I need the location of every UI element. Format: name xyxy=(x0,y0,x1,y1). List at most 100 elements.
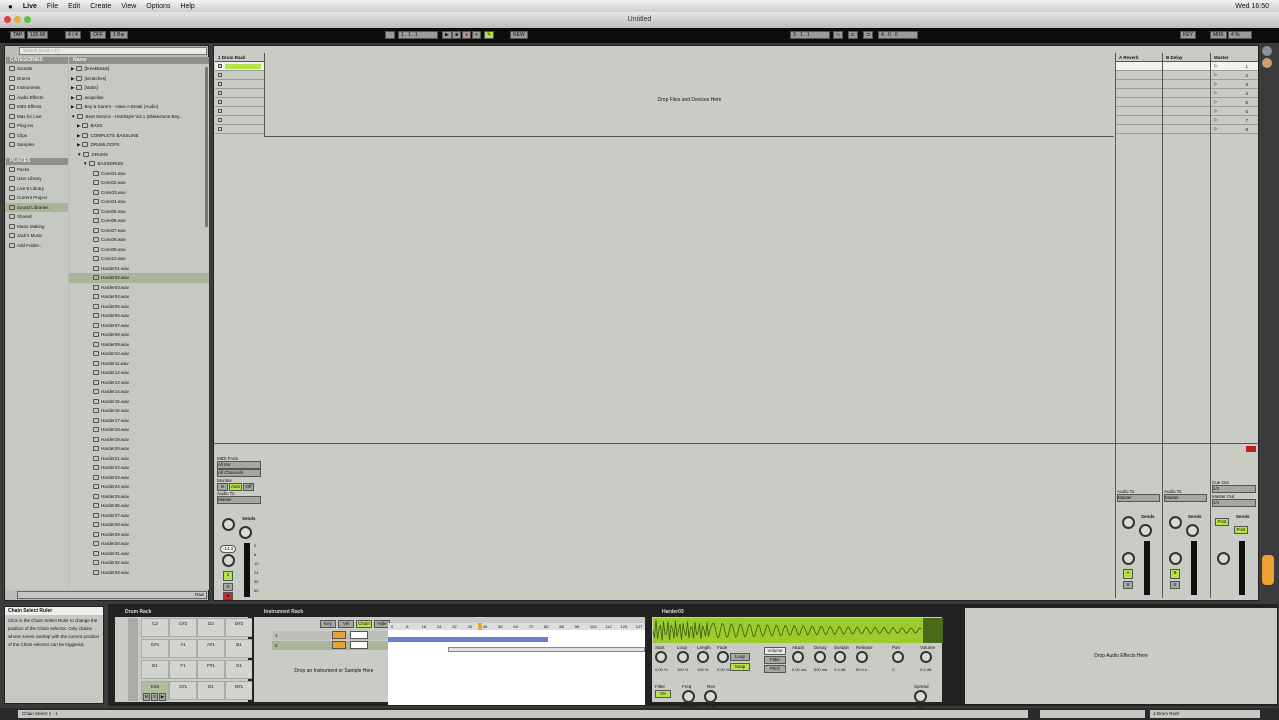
menu-help[interactable]: Help xyxy=(180,3,194,10)
pad-overview[interactable] xyxy=(128,618,138,701)
attack-knob[interactable] xyxy=(792,651,804,663)
solo-button[interactable]: S xyxy=(1170,581,1180,589)
disclosure-open-icon[interactable]: ▼ xyxy=(77,150,81,160)
clip-slot[interactable] xyxy=(1116,80,1162,89)
drum-pad[interactable]: F1 xyxy=(169,660,197,679)
track-title[interactable]: B Delay xyxy=(1163,53,1210,62)
return-b-activator[interactable]: B xyxy=(1170,569,1180,579)
send-b-knob[interactable] xyxy=(1186,524,1199,537)
loop-icon[interactable]: ∿ xyxy=(833,31,844,39)
disclosure-closed-icon[interactable]: ▶ xyxy=(71,102,74,112)
raw-button[interactable]: Raw xyxy=(195,592,204,597)
tab-pitch[interactable]: Pitch xyxy=(764,665,786,673)
file-item[interactable]: Harder11.wav xyxy=(69,359,209,369)
drum-pad[interactable]: E1 xyxy=(141,660,169,679)
category-item[interactable]: Sounds xyxy=(6,64,68,74)
pad-control-button[interactable]: S xyxy=(151,693,158,701)
pan-knob[interactable] xyxy=(1169,552,1182,565)
clip-slot[interactable] xyxy=(215,98,264,107)
metronome-button[interactable]: OFF xyxy=(90,31,106,39)
category-item[interactable]: Samples xyxy=(6,140,68,150)
menu-live[interactable]: Live xyxy=(23,3,37,10)
clip-slot[interactable] xyxy=(1163,71,1210,80)
audio-to-select[interactable]: Master xyxy=(1164,494,1207,502)
pad-control-button[interactable]: ▶ xyxy=(159,693,166,701)
clip-slot[interactable] xyxy=(215,80,264,89)
minimize-icon[interactable] xyxy=(14,16,21,23)
play-icon[interactable]: ▷ xyxy=(1214,108,1217,114)
device-title[interactable]: Instrument Rack xyxy=(264,608,303,617)
midi-channel-select[interactable]: All Channels xyxy=(217,469,261,477)
scene-launch[interactable]: ▷ 1 xyxy=(1211,62,1258,71)
chain-row[interactable]: 1 xyxy=(272,631,390,640)
clip-slot[interactable] xyxy=(1116,98,1162,107)
pan-knob[interactable] xyxy=(892,651,904,663)
search-input[interactable]: Search (Cmd + F) xyxy=(19,47,207,55)
volume-field[interactable]: -14.3 xyxy=(220,545,236,553)
menu-view[interactable]: View xyxy=(121,3,136,10)
spread-knob[interactable] xyxy=(914,690,927,703)
disclosure-closed-icon[interactable]: ▶ xyxy=(77,121,80,131)
file-item[interactable]: Harder30.wav xyxy=(69,539,209,549)
place-item[interactable]: Music Making xyxy=(6,222,68,232)
file-item[interactable]: Harder14.wav xyxy=(69,387,209,397)
clip-slot[interactable] xyxy=(1116,116,1162,125)
folder-item[interactable]: ▼ DRUMS xyxy=(69,150,209,160)
file-item[interactable]: Harder04.wav xyxy=(69,292,209,302)
overview-toggle-icon[interactable] xyxy=(1262,555,1274,585)
folder-item[interactable]: ▶ DRUMLOOPS xyxy=(69,140,209,150)
volume-knob[interactable] xyxy=(920,651,932,663)
play-icon[interactable]: ▶ xyxy=(442,31,452,39)
master-out-select[interactable]: 1/2 xyxy=(1212,499,1256,507)
key-map-button[interactable]: KEY xyxy=(1180,31,1197,39)
monitor-in-button[interactable]: In xyxy=(217,483,228,491)
file-item[interactable]: Conv04.wav xyxy=(69,197,209,207)
browser-scrollbar[interactable] xyxy=(205,67,208,227)
file-item[interactable]: Conv06.wav xyxy=(69,216,209,226)
folder-item[interactable]: ▶ acapellas xyxy=(69,93,209,103)
view-toggle-icon[interactable] xyxy=(1262,58,1272,68)
drum-pad[interactable]: C2 xyxy=(141,618,169,637)
folder-item[interactable]: ▶ Boy & Kane's - Have A Break (Audio) xyxy=(69,102,209,112)
overdub-icon[interactable]: + xyxy=(472,31,481,39)
drum-pad[interactable]: B1 xyxy=(225,639,253,658)
scene-launch[interactable]: ▷ 3 xyxy=(1211,80,1258,89)
folder-item[interactable]: ▶ BASS xyxy=(69,121,209,131)
menu-file[interactable]: File xyxy=(47,3,58,10)
place-item[interactable]: Live 8 Library xyxy=(6,184,68,194)
file-item[interactable]: Conv03.wav xyxy=(69,188,209,198)
category-item[interactable]: MIDI Effects xyxy=(6,102,68,112)
disclosure-closed-icon[interactable]: ▶ xyxy=(77,140,80,150)
drum-pad[interactable]: G1 xyxy=(225,660,253,679)
clip-stop-icon[interactable] xyxy=(218,73,222,77)
midi-map-button[interactable]: MIDI xyxy=(1210,31,1227,39)
new-button[interactable]: NEW xyxy=(510,31,528,39)
drum-pad[interactable]: A1 xyxy=(169,639,197,658)
file-item[interactable]: Harder03.wav xyxy=(69,283,209,293)
folder-item[interactable]: ▶ COMPLETE BASSLINE xyxy=(69,131,209,141)
clip-slot[interactable] xyxy=(215,125,264,134)
zoom-icon[interactable] xyxy=(24,16,31,23)
return-a-activator[interactable]: A xyxy=(1123,569,1133,579)
instrument-drop-zone[interactable]: Drop an Instrument or Sample Here xyxy=(284,667,384,676)
fade-knob[interactable] xyxy=(717,651,729,663)
preview-waveform[interactable]: Raw xyxy=(17,591,207,599)
clip-stop-icon[interactable] xyxy=(218,82,222,86)
zone-bar[interactable] xyxy=(448,647,645,652)
master-pan-knob[interactable] xyxy=(1217,552,1230,565)
record-icon[interactable]: ● xyxy=(462,31,472,39)
stop-icon[interactable]: ■ xyxy=(452,31,462,39)
file-item[interactable]: Harder33.wav xyxy=(69,568,209,578)
drum-pad[interactable]: D2 xyxy=(197,618,225,637)
category-item[interactable]: Plug-ins xyxy=(6,121,68,131)
clip-slot[interactable] xyxy=(1116,89,1162,98)
clip-slot[interactable] xyxy=(1163,89,1210,98)
clip-slot[interactable] xyxy=(215,62,264,71)
audio-effects-drop-zone[interactable]: Drop Audio Effects Here xyxy=(965,608,1277,704)
file-item[interactable]: Harder01.wav xyxy=(69,264,209,274)
file-item[interactable]: Harder19.wav xyxy=(69,435,209,445)
send-a-knob[interactable] xyxy=(1122,516,1135,529)
loop-start[interactable]: 3 . 1 . 1 xyxy=(790,31,830,39)
solo-button[interactable]: S xyxy=(1123,581,1133,589)
decay-knob[interactable] xyxy=(814,651,826,663)
